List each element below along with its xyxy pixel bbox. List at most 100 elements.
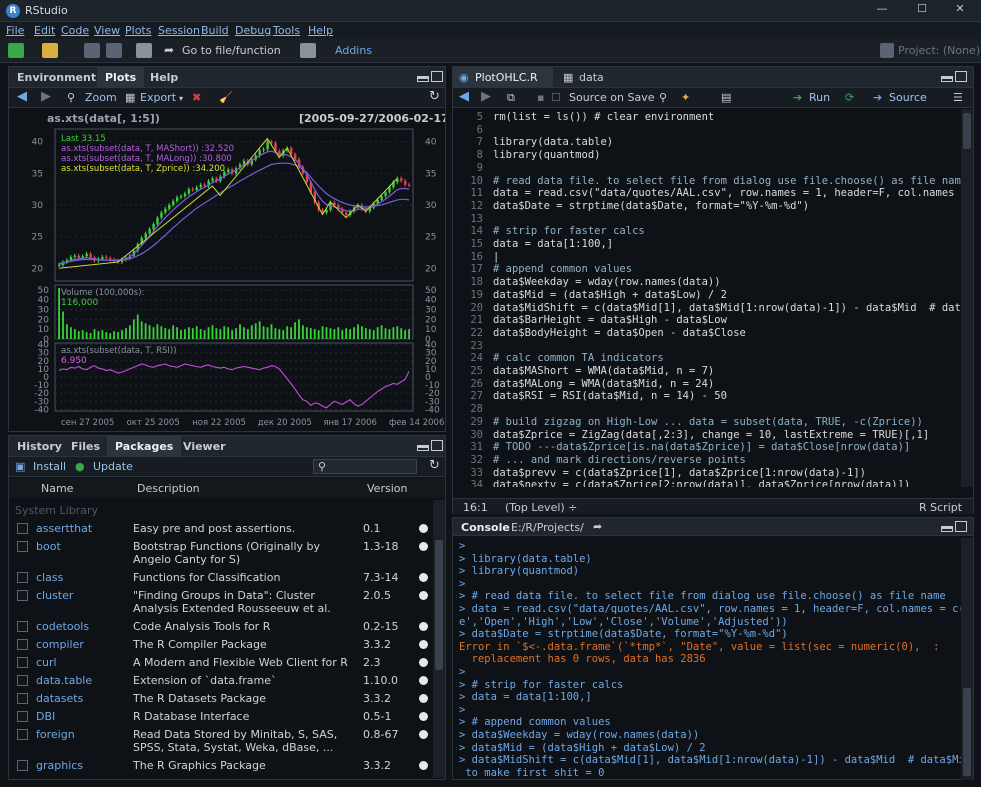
tab-data[interactable]: data ▦ <box>557 67 612 88</box>
clear-all-broom-icon[interactable]: 🧹 <box>219 91 233 104</box>
maximize-pane-icon[interactable] <box>955 521 967 532</box>
menu-session[interactable]: Session <box>158 24 200 37</box>
package-checkbox[interactable] <box>17 621 28 632</box>
scope-selector[interactable]: (Top Level) ÷ <box>505 501 577 514</box>
export-dropdown-icon[interactable]: ▾ <box>179 94 183 103</box>
remove-package-icon[interactable] <box>419 730 428 739</box>
remove-package-icon[interactable] <box>419 573 428 582</box>
package-name[interactable]: compiler <box>36 638 84 651</box>
maximize-pane-icon[interactable] <box>955 71 967 82</box>
rerun-icon[interactable]: ⟳ <box>845 91 854 104</box>
console-scrollthumb[interactable] <box>963 688 971 776</box>
save-all-icon[interactable] <box>106 43 122 58</box>
remove-package-icon[interactable] <box>419 640 428 649</box>
package-checkbox[interactable] <box>17 711 28 722</box>
maximize-icon[interactable]: ☐ <box>912 2 932 18</box>
remove-plot-icon[interactable]: ✖ <box>192 91 201 104</box>
refresh-icon[interactable]: ↻ <box>429 89 440 104</box>
package-name[interactable]: codetools <box>36 620 89 633</box>
save-icon[interactable] <box>84 43 100 58</box>
console-output[interactable]: > > library(data.table) > library(quantmod… <box>453 538 961 780</box>
new-file-icon[interactable] <box>8 43 24 58</box>
remove-package-icon[interactable] <box>419 591 428 600</box>
package-name[interactable]: datasets <box>36 692 83 705</box>
package-search-input[interactable]: ⚲ <box>313 459 417 474</box>
tab-packages[interactable]: Packages <box>107 436 182 457</box>
minimize-icon[interactable]: — <box>872 2 892 18</box>
tab-viewer[interactable]: Viewer <box>175 436 234 457</box>
remove-package-icon[interactable] <box>419 658 428 667</box>
package-name[interactable]: curl <box>36 656 57 669</box>
package-name[interactable]: foreign <box>36 728 75 741</box>
menu-plots[interactable]: Plots <box>125 24 151 37</box>
export-button[interactable]: Export <box>140 91 176 104</box>
remove-package-icon[interactable] <box>419 542 428 551</box>
install-button[interactable]: Install <box>33 460 66 473</box>
menu-edit[interactable]: Edit <box>34 24 55 37</box>
menu-build[interactable]: Build <box>201 24 229 37</box>
addins-menu[interactable]: Addins <box>335 44 372 57</box>
outline-icon[interactable]: ☰ <box>953 91 963 104</box>
menu-tools[interactable]: Tools <box>273 24 300 37</box>
source-on-save-label[interactable]: Source on Save <box>569 91 654 104</box>
package-checkbox[interactable] <box>17 639 28 650</box>
column-name[interactable]: Name <box>41 482 73 495</box>
goto-file-function[interactable]: Go to file/function <box>182 44 281 57</box>
show-in-window-icon[interactable]: ⧉ <box>507 91 515 105</box>
minimize-pane-icon[interactable] <box>417 76 429 82</box>
package-name[interactable]: DBI <box>36 710 55 723</box>
editor-scrollthumb[interactable] <box>963 113 971 149</box>
source-on-save-checkbox[interactable]: ☐ <box>551 91 561 104</box>
open-file-icon[interactable] <box>42 43 58 58</box>
package-checkbox[interactable] <box>17 572 28 583</box>
remove-package-icon[interactable] <box>419 712 428 721</box>
remove-package-icon[interactable] <box>419 524 428 533</box>
tab-files[interactable]: Files <box>63 436 108 457</box>
package-checkbox[interactable] <box>17 675 28 686</box>
save-icon[interactable]: ▪ <box>537 91 544 104</box>
run-button[interactable]: Run <box>809 91 830 104</box>
column-description[interactable]: Description <box>137 482 200 495</box>
menu-code[interactable]: Code <box>61 24 89 37</box>
find-icon[interactable]: ⚲ <box>659 91 667 104</box>
console-scrollbar[interactable] <box>961 538 973 780</box>
package-name[interactable]: boot <box>36 540 61 553</box>
menu-file[interactable]: File <box>6 24 24 37</box>
remove-package-icon[interactable] <box>419 676 428 685</box>
back-arrow-icon[interactable]: ◀ <box>459 89 469 104</box>
print-icon[interactable] <box>136 43 152 58</box>
menu-view[interactable]: View <box>94 24 120 37</box>
package-name[interactable]: graphics <box>36 759 83 772</box>
column-version[interactable]: Version <box>367 482 407 495</box>
package-checkbox[interactable] <box>17 693 28 704</box>
package-checkbox[interactable] <box>17 760 28 771</box>
remove-package-icon[interactable] <box>419 622 428 631</box>
close-icon[interactable]: ✕ <box>950 2 970 18</box>
maximize-pane-icon[interactable] <box>431 440 443 451</box>
tab-help[interactable]: Help <box>142 67 186 88</box>
package-name[interactable]: data.table <box>36 674 92 687</box>
package-checkbox[interactable] <box>17 729 28 740</box>
code-editor[interactable]: 5 rm(list = ls()) # clear environment 6 7 li… <box>453 109 961 487</box>
project-menu[interactable]: Project: (None) <box>898 44 980 57</box>
package-checkbox[interactable] <box>17 541 28 552</box>
zoom-button[interactable]: Zoom <box>85 91 117 104</box>
minimize-pane-icon[interactable] <box>941 76 953 82</box>
tab-plotohlc-r[interactable]: PlotOHLC.R ◉ <box>453 67 553 88</box>
package-checkbox[interactable] <box>17 657 28 668</box>
remove-package-icon[interactable] <box>419 761 428 770</box>
forward-arrow-icon[interactable]: ▶ <box>481 89 491 104</box>
update-button[interactable]: Update <box>93 460 133 473</box>
menu-debug[interactable]: Debug <box>235 24 271 37</box>
source-button[interactable]: Source <box>889 91 927 104</box>
menu-help[interactable]: Help <box>308 24 333 37</box>
maximize-pane-icon[interactable] <box>431 71 443 82</box>
package-name[interactable]: class <box>36 571 63 584</box>
minimize-pane-icon[interactable] <box>941 526 953 532</box>
back-arrow-icon[interactable]: ◀ <box>17 89 27 104</box>
grid-layout-icon[interactable] <box>300 43 316 58</box>
refresh-icon[interactable]: ↻ <box>429 458 440 473</box>
package-name[interactable]: assertthat <box>36 522 92 535</box>
forward-arrow-icon[interactable]: ▶ <box>41 89 51 104</box>
tab-plots[interactable]: Plots <box>97 67 145 88</box>
